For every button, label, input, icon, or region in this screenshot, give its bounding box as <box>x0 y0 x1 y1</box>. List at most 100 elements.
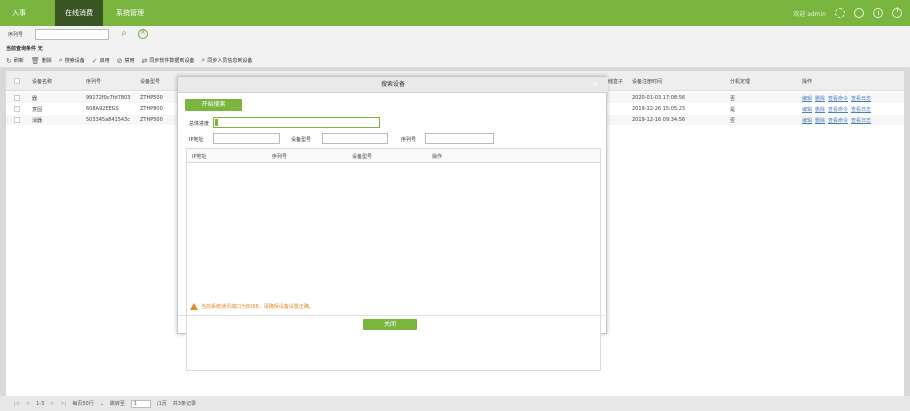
ip-address-input[interactable] <box>213 133 280 144</box>
disable-label: 禁用 <box>124 58 135 64</box>
sync-software-data-button[interactable]: ⇄ 同步软件数据到设备 <box>142 57 195 65</box>
serial-input[interactable] <box>425 133 494 144</box>
cell-reg-time: 2019-12-16 09:34:56 <box>632 117 686 123</box>
row-action-link[interactable]: 查看日志 <box>851 107 871 113</box>
row-action-link[interactable]: 删除 <box>815 107 825 113</box>
col-box[interactable]: 储盒子 <box>608 78 623 85</box>
sync-software-label: 同步软件数据到设备 <box>149 58 195 64</box>
enable-button[interactable]: ✓ 启用 <box>92 57 110 65</box>
per-page-select[interactable]: 每页50行 <box>72 400 93 407</box>
nav-right-area: 欢迎 admin <box>793 0 902 26</box>
row-action-link[interactable]: 编辑 <box>802 118 812 124</box>
search-icon[interactable]: ⌕ <box>118 27 130 41</box>
search-input[interactable] <box>35 29 109 40</box>
search-result-table: IP地址 序列号 设备型号 操作 <box>186 148 601 371</box>
close-button[interactable]: 关闭 <box>363 319 417 330</box>
port-warning: 当前系统通讯端口为8088，请确保设备设置正确。 <box>190 303 314 310</box>
chevron-down-icon[interactable]: ⌄ <box>100 401 104 407</box>
ip-label: IP地址 <box>189 137 204 143</box>
cell-flag: 否 <box>730 118 736 124</box>
col-reg-time[interactable]: 设备注册时间 <box>632 78 662 85</box>
result-col-actions: 操作 <box>432 154 443 160</box>
top-nav-bar: 入事 在线消费 系统管理 欢迎 admin <box>0 0 910 26</box>
col-model[interactable]: 设备型号 <box>140 78 160 85</box>
prev-page-icon[interactable]: < <box>26 401 30 407</box>
cell-model: ZTHP800 <box>140 106 163 112</box>
delete-label: 删除 <box>41 58 52 64</box>
progress-fill <box>215 119 218 126</box>
page-range: 1-3 <box>36 400 45 407</box>
app-root: 入事 在线消费 系统管理 欢迎 admin 序列号 ⌕ 当前查询条件 无 ↻刷新… <box>0 0 910 411</box>
cell-serial: 99172f0c7fd7803 <box>86 95 131 101</box>
cell-flag: 否 <box>730 96 736 102</box>
row-action-link[interactable]: 查看命令 <box>828 118 848 124</box>
warning-text: 当前系统通讯端口为8088，请确保设备设置正确。 <box>201 304 314 310</box>
last-page-icon[interactable]: >| <box>60 401 66 407</box>
sync-icon: ⇄ <box>141 56 148 65</box>
sync-personnel-button[interactable]: ⌕ 同步人员信息到设备 <box>201 56 252 65</box>
cell-actions: 编辑 删除 查看命令 查看日志 <box>802 117 874 124</box>
sync-personnel-label: 同步人员信息到设备 <box>207 58 253 64</box>
row-action-link[interactable]: 编辑 <box>802 96 812 102</box>
col-serial[interactable]: 序列号 <box>86 78 101 85</box>
search-icon: ⌕ <box>201 56 206 64</box>
start-search-button[interactable]: 开始搜索 <box>185 99 242 111</box>
power-icon[interactable] <box>892 7 902 18</box>
row-action-link[interactable]: 删除 <box>815 96 825 102</box>
info-icon[interactable] <box>873 8 883 18</box>
cell-device-name: 意固 <box>32 107 43 113</box>
clear-icon[interactable] <box>138 28 148 39</box>
delete-button[interactable]: 🗑 删除 <box>31 57 52 65</box>
next-page-icon[interactable]: > <box>50 401 54 407</box>
check-icon: ✓ <box>91 56 98 65</box>
disable-button[interactable]: ⊘ 禁用 <box>117 57 135 65</box>
search-device-button[interactable]: ⌕ 搜索设备 <box>59 56 85 65</box>
nav-item-system-management[interactable]: 系统管理 <box>108 0 152 26</box>
row-action-link[interactable]: 删除 <box>815 118 825 124</box>
result-col-ip: IP地址 <box>192 154 207 160</box>
first-page-icon[interactable]: |< <box>14 401 20 407</box>
search-icon: ⌕ <box>58 56 63 64</box>
welcome-text: 欢迎 admin <box>793 10 826 18</box>
close-icon[interactable]: ✕ <box>591 80 600 89</box>
row-checkbox[interactable] <box>14 106 20 112</box>
toolbar: ↻ 刷新 🗑 删除 ⌕ 搜索设备 ✓ 启用 ⊘ 禁用 ⇄ 同步软件数据到设备 ⌕ 同步人员信息… <box>0 54 910 68</box>
cell-reg-time: 2019-12-26 15:05:23 <box>632 106 686 112</box>
row-action-link[interactable]: 编辑 <box>802 107 812 113</box>
goto-page-input[interactable]: 1 <box>130 399 151 408</box>
refresh-button[interactable]: ↻ 刷新 <box>6 57 24 65</box>
nav-item-personnel[interactable]: 入事 <box>0 0 38 26</box>
result-col-serial: 序列号 <box>272 154 288 160</box>
page-count: /1页 <box>156 401 167 407</box>
row-checkbox[interactable] <box>14 95 20 101</box>
cell-reg-time: 2020-01-03 17:08:56 <box>632 95 686 101</box>
row-action-link[interactable]: 查看日志 <box>851 118 871 124</box>
row-action-link[interactable]: 查看日志 <box>851 96 871 102</box>
dialog-title: 搜索设备 <box>178 77 608 93</box>
result-table-header: IP地址 序列号 设备型号 操作 <box>187 149 600 163</box>
gear-icon[interactable] <box>835 8 845 18</box>
col-device-name[interactable]: 设备名称 <box>32 78 52 85</box>
row-action-link[interactable]: 查看命令 <box>828 96 848 102</box>
nav-item-online-consumption[interactable]: 在线消费 <box>55 0 103 26</box>
user-icon[interactable] <box>854 8 864 18</box>
cell-serial: 503345a841543c <box>86 117 130 123</box>
dialog-footer-divider <box>178 315 608 316</box>
cell-actions: 编辑 删除 查看命令 查看日志 <box>802 106 874 113</box>
trash-icon: 🗑 <box>30 56 40 65</box>
cell-model: ZTHP500 <box>140 117 163 123</box>
model-input[interactable] <box>322 133 388 144</box>
refresh-icon: ↻ <box>6 56 12 65</box>
select-all-checkbox[interactable] <box>14 78 20 84</box>
row-action-link[interactable]: 查看命令 <box>828 107 848 113</box>
serial-label: 序列号 <box>401 137 417 143</box>
cell-flag: 是 <box>730 107 736 113</box>
progress-label: 总体进度 <box>189 121 210 127</box>
model-label: 设备型号 <box>291 137 312 143</box>
col-actions: 操作 <box>802 79 813 85</box>
row-checkbox[interactable] <box>14 117 20 123</box>
col-flag[interactable]: 分机定理 <box>730 78 750 85</box>
cell-model: ZTHP500 <box>140 95 163 101</box>
cell-device-name: 消器 <box>32 118 43 124</box>
goto-label: 跳转至 <box>109 401 125 407</box>
